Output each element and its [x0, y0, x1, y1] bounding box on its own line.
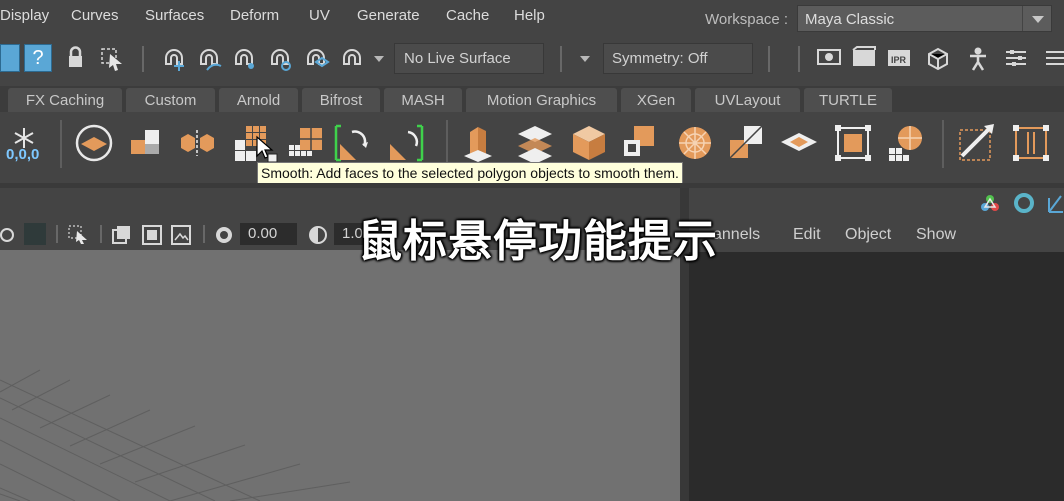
- snap-options-dropdown-icon[interactable]: [372, 44, 386, 72]
- symmetry-dropdown-icon[interactable]: [578, 44, 592, 72]
- help-icon[interactable]: ?: [24, 44, 52, 72]
- menu-curves[interactable]: Curves: [71, 7, 119, 24]
- extrude-icon[interactable]: [460, 122, 502, 164]
- live-surface-label: No Live Surface: [404, 50, 511, 67]
- menu-display[interactable]: Display: [0, 7, 49, 24]
- menu-cache[interactable]: Cache: [446, 7, 489, 24]
- 3d-viewport[interactable]: [0, 250, 680, 501]
- bevel-icon[interactable]: [568, 122, 610, 164]
- center-pivot-icon[interactable]: [832, 122, 874, 164]
- menu-edit[interactable]: Edit: [793, 226, 821, 244]
- menu-object[interactable]: Object: [845, 226, 891, 244]
- channel-box-toggle-icon[interactable]: [1042, 44, 1064, 72]
- snap-to-point-icon[interactable]: [230, 44, 258, 72]
- grid-toggle-icon[interactable]: [24, 223, 46, 245]
- boolean-union-icon[interactable]: [332, 122, 374, 164]
- tab-motion-graphics[interactable]: Motion Graphics: [466, 88, 617, 112]
- tooltip: Smooth: Add faces to the selected polygo…: [257, 162, 683, 184]
- exposure-icon[interactable]: [214, 225, 234, 250]
- snap-to-projected-center-icon[interactable]: [266, 44, 294, 72]
- shaded-icon[interactable]: [142, 225, 162, 250]
- menu-channels[interactable]: annels: [713, 226, 760, 244]
- ipr-render-icon[interactable]: IPR: [885, 44, 913, 72]
- tab-fx-caching[interactable]: FX Caching: [8, 88, 122, 112]
- knife-cut-icon[interactable]: [956, 122, 998, 164]
- symmetry-label: Symmetry: Off: [612, 50, 708, 67]
- camera-icon[interactable]: [0, 228, 14, 242]
- main-menu-bar: Display Curves Surfaces Deform UV Genera…: [0, 0, 1064, 36]
- wireframe-icon[interactable]: [112, 225, 132, 250]
- polygon-plane-icon[interactable]: [73, 122, 115, 164]
- separator: [56, 225, 58, 243]
- workspace-dropdown[interactable]: Maya Classic: [797, 5, 1052, 32]
- multi-cut-icon[interactable]: [674, 122, 716, 164]
- tab-uvlayout[interactable]: UVLayout: [695, 88, 800, 112]
- separator: [798, 46, 800, 72]
- separate-icon[interactable]: [178, 122, 220, 164]
- separator: [203, 225, 205, 243]
- select-by-hierarchy-icon[interactable]: [98, 44, 126, 72]
- menu-help[interactable]: Help: [514, 7, 545, 24]
- separator: [60, 120, 62, 168]
- bridge-icon[interactable]: [514, 122, 556, 164]
- render-current-frame-icon[interactable]: [850, 44, 878, 72]
- mirror-icon[interactable]: [778, 122, 820, 164]
- snap-to-grid-icon[interactable]: [160, 44, 188, 72]
- fill-hole-icon[interactable]: [620, 122, 662, 164]
- chevron-down-icon[interactable]: [1022, 6, 1051, 31]
- live-surface-field[interactable]: No Live Surface: [394, 43, 544, 74]
- gamma-icon[interactable]: [308, 225, 328, 250]
- menu-show[interactable]: Show: [916, 226, 956, 244]
- separator: [942, 120, 944, 168]
- menu-deform[interactable]: Deform: [230, 7, 279, 24]
- workspace-label: Workspace :: [705, 11, 789, 28]
- menu-generate[interactable]: Generate: [357, 7, 420, 24]
- tab-mash[interactable]: MASH: [384, 88, 462, 112]
- symmetry-field[interactable]: Symmetry: Off: [603, 43, 753, 74]
- status-line: ? No Live Surface Symmetry: Off IPR: [0, 36, 1064, 82]
- tab-turtle[interactable]: TURTLE: [804, 88, 892, 112]
- color-wheel-icon[interactable]: [979, 192, 1001, 219]
- render-settings-icon[interactable]: [924, 44, 952, 72]
- ground-grid: [0, 369, 351, 501]
- tab-bifrost[interactable]: Bifrost: [302, 88, 380, 112]
- refresh-icon[interactable]: [1013, 192, 1035, 219]
- menu-uv[interactable]: UV: [309, 7, 330, 24]
- separator: [560, 46, 562, 72]
- separator: [446, 120, 448, 168]
- separator: [142, 46, 144, 72]
- snow-value: 0,0,0: [6, 146, 40, 163]
- textured-icon[interactable]: [171, 225, 191, 250]
- menu-surfaces[interactable]: Surfaces: [145, 7, 204, 24]
- snap-to-curve-icon[interactable]: [195, 44, 223, 72]
- attribute-editor-icon[interactable]: [1002, 44, 1030, 72]
- shelf-tab-bar: FX Caching Custom Arnold Bifrost MASH Mo…: [0, 86, 1064, 112]
- video-caption: 鼠标悬停功能提示: [358, 217, 718, 266]
- tab-custom[interactable]: Custom: [126, 88, 215, 112]
- svg-text:IPR: IPR: [891, 55, 907, 65]
- separator: [100, 225, 102, 243]
- target-weld-icon[interactable]: [726, 122, 768, 164]
- bounding-box-icon[interactable]: [1010, 122, 1052, 164]
- exposure-field[interactable]: 0.00: [240, 223, 297, 245]
- render-view-icon[interactable]: [815, 44, 843, 72]
- combine-icon[interactable]: [126, 122, 168, 164]
- tab-arnold[interactable]: Arnold: [219, 88, 298, 112]
- average-vertices-icon[interactable]: [286, 122, 328, 164]
- make-live-icon[interactable]: [338, 44, 366, 72]
- hypershade-icon[interactable]: [964, 44, 992, 72]
- workspace-value: Maya Classic: [805, 11, 895, 28]
- lock-icon[interactable]: [62, 44, 90, 72]
- separator: [768, 46, 770, 72]
- tab-xgen[interactable]: XGen: [621, 88, 691, 112]
- sculpt-icon[interactable]: [886, 122, 928, 164]
- select-camera-icon[interactable]: [68, 225, 90, 250]
- snowflake-icon[interactable]: 0,0,0: [4, 122, 44, 164]
- boolean-difference-icon[interactable]: [384, 122, 426, 164]
- axis-icon[interactable]: [1045, 192, 1064, 219]
- layout-icon[interactable]: [0, 44, 20, 72]
- channel-box-body[interactable]: [689, 252, 1064, 501]
- snap-to-view-plane-icon[interactable]: [302, 44, 330, 72]
- channel-box-panel: annels Edit Object Show: [689, 188, 1064, 501]
